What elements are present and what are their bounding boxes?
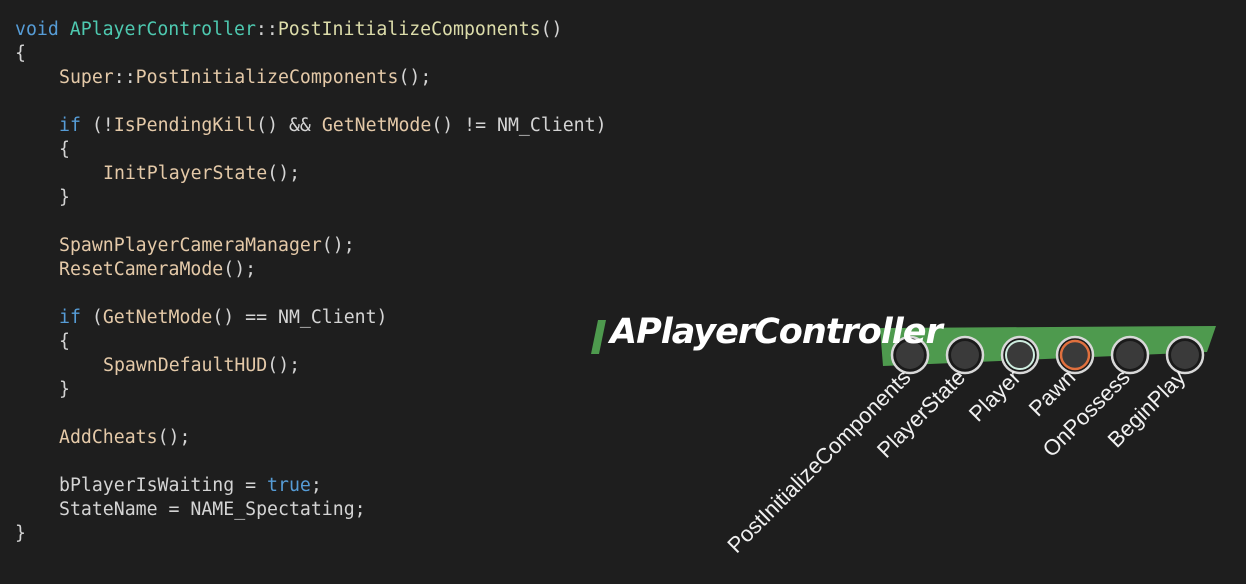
code-line[interactable]: { — [15, 42, 607, 66]
code-token: bPlayerIsWaiting = — [59, 475, 268, 496]
code-token: PostInitializeComponents — [277, 19, 541, 40]
code-token: ( — [80, 307, 103, 328]
code-token: GetNetMode — [102, 307, 213, 328]
code-token: :: — [255, 19, 278, 40]
code-token: () && — [256, 115, 322, 136]
code-token: void — [15, 19, 70, 40]
code-token: } — [59, 379, 70, 400]
code-line[interactable]: SpawnPlayerCameraManager(); — [15, 234, 607, 258]
code-token: AddCheats — [59, 427, 158, 448]
code-line[interactable]: } — [15, 378, 607, 402]
code-token: { — [15, 43, 26, 64]
code-token: (! — [80, 115, 114, 136]
stage-node-onpossess — [1116, 341, 1144, 369]
code-token: PostInitializeComponents — [135, 67, 399, 88]
code-token: :: — [113, 67, 136, 88]
code-line[interactable]: } — [15, 186, 607, 210]
code-line[interactable]: SpawnDefaultHUD(); — [15, 354, 607, 378]
code-token: IsPendingKill — [113, 115, 257, 136]
code-token: APlayerController — [69, 19, 256, 40]
stage-node-pawn — [1059, 339, 1091, 371]
code-token: } — [59, 187, 70, 208]
code-token: true — [267, 475, 311, 496]
code-token: { — [59, 139, 70, 160]
code-token: (); — [321, 235, 355, 256]
code-editor[interactable]: void APlayerController::PostInitializeCo… — [15, 18, 607, 546]
code-token: if — [59, 307, 81, 328]
code-line[interactable]: } — [15, 522, 607, 546]
code-line[interactable]: Super::PostInitializeComponents(); — [15, 66, 607, 90]
title-accent-bar — [591, 320, 606, 354]
overlay-title: APlayerController — [610, 312, 943, 352]
code-line[interactable]: StateName = NAME_Spectating; — [15, 498, 607, 522]
code-line[interactable] — [15, 210, 607, 234]
code-token: (); — [223, 259, 257, 280]
code-token: InitPlayerState — [103, 163, 268, 184]
code-line[interactable]: { — [15, 138, 607, 162]
stage-node-beginplay — [1171, 341, 1199, 369]
code-token: } — [15, 523, 26, 544]
code-token: GetNetMode — [321, 115, 432, 136]
code-token: (); — [267, 163, 301, 184]
code-line[interactable]: AddCheats(); — [15, 426, 607, 450]
code-line[interactable]: InitPlayerState(); — [15, 162, 607, 186]
code-token: SpawnPlayerCameraManager — [59, 235, 322, 256]
code-token: () == NM_Client) — [212, 307, 388, 328]
code-line[interactable] — [15, 450, 607, 474]
code-line[interactable]: if (GetNetMode() == NM_Client) — [15, 306, 607, 330]
code-line[interactable] — [15, 282, 607, 306]
code-token: () — [540, 19, 563, 40]
code-token: Super — [59, 67, 114, 88]
code-token: (); — [157, 427, 191, 448]
stage: void APlayerController::PostInitializeCo… — [0, 0, 1246, 584]
code-token: ResetCameraMode — [59, 259, 224, 280]
code-token: ; — [310, 475, 322, 496]
code-token: if — [59, 115, 81, 136]
stage-node-playerstate — [951, 341, 979, 369]
code-line[interactable]: bPlayerIsWaiting = true; — [15, 474, 607, 498]
code-token: StateName = NAME_Spectating; — [59, 499, 366, 520]
stage-node-player — [1005, 340, 1035, 370]
code-token: { — [59, 331, 70, 352]
code-line[interactable]: if (!IsPendingKill() && GetNetMode() != … — [15, 114, 607, 138]
code-line[interactable] — [15, 90, 607, 114]
code-token: (); — [267, 355, 301, 376]
code-line[interactable]: { — [15, 330, 607, 354]
code-line[interactable]: ResetCameraMode(); — [15, 258, 607, 282]
code-token: SpawnDefaultHUD — [103, 355, 268, 376]
code-line[interactable]: void APlayerController::PostInitializeCo… — [15, 18, 607, 42]
code-line[interactable] — [15, 402, 607, 426]
code-token: (); — [398, 67, 432, 88]
code-token: () != NM_Client) — [431, 115, 607, 136]
